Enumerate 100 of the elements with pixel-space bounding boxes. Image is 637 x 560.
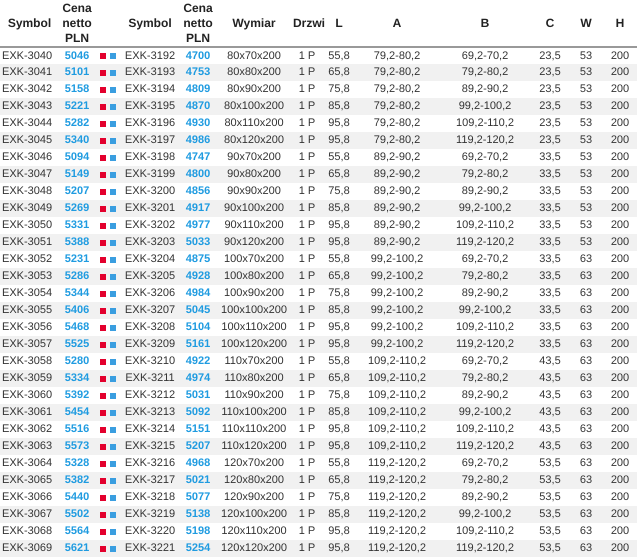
table-cell: 5573	[59, 438, 95, 455]
table-cell: 1 P	[291, 353, 323, 370]
swatch-icon	[100, 460, 106, 466]
swatch-icon	[110, 256, 116, 262]
table-cell: 109,2-110,2	[439, 523, 531, 540]
table-cell: 4875	[179, 251, 217, 268]
table-cell: 4809	[179, 81, 217, 98]
table-cell: EXK-3042	[0, 81, 59, 98]
table-cell: 200	[603, 472, 637, 489]
table-cell: 200	[603, 183, 637, 200]
table-cell: 5502	[59, 506, 95, 523]
table-cell: EXK-3058	[0, 353, 59, 370]
table-cell: 5286	[59, 268, 95, 285]
table-cell: 99,2-100,2	[439, 98, 531, 115]
table-cell: EXK-3205	[121, 268, 179, 285]
table-cell: EXK-3060	[0, 387, 59, 404]
table-cell: EXK-3193	[121, 64, 179, 81]
table-cell: 53	[569, 217, 603, 234]
swatch-icon	[110, 138, 116, 144]
swatch-icon	[100, 70, 106, 76]
table-cell: 5021	[179, 472, 217, 489]
table-cell: 99,2-100,2	[439, 302, 531, 319]
table-cell: 200	[603, 353, 637, 370]
swatch-icon	[100, 240, 106, 246]
table-cell: 4974	[179, 370, 217, 387]
table-cell: 1 P	[291, 285, 323, 302]
table-cell: 23,5	[531, 81, 569, 98]
table-cell: 4930	[179, 115, 217, 132]
table-cell: 1 P	[291, 319, 323, 336]
table-cell: 200	[603, 540, 637, 557]
column-header: Drzwi	[291, 0, 323, 47]
table-cell: 1 P	[291, 183, 323, 200]
table-cell: 1 P	[291, 540, 323, 557]
table-cell: 5269	[59, 200, 95, 217]
table-cell: 33,5	[531, 234, 569, 251]
table-cell: 200	[603, 149, 637, 166]
table-cell: 63	[569, 506, 603, 523]
table-cell: 200	[603, 319, 637, 336]
table-cell: 89,2-90,2	[439, 285, 531, 302]
table-cell: 53,5	[531, 472, 569, 489]
table-cell: 5207	[179, 438, 217, 455]
table-cell: 75,8	[323, 285, 355, 302]
table-cell: 119,2-120,2	[439, 336, 531, 353]
table-cell: EXK-3214	[121, 421, 179, 438]
swatch-icon	[100, 358, 106, 364]
table-cell: 63	[569, 251, 603, 268]
swatch-icon	[110, 528, 116, 534]
table-cell: 5138	[179, 506, 217, 523]
table-cell: 200	[603, 64, 637, 81]
table-cell: 1 P	[291, 438, 323, 455]
table-cell: 80x90x200	[217, 81, 291, 98]
swatch-icon	[110, 494, 116, 500]
swatch-icon	[110, 546, 116, 552]
table-cell: EXK-3064	[0, 455, 59, 472]
swatch-icon	[100, 444, 106, 450]
column-header: B	[439, 0, 531, 47]
table-cell: 43,5	[531, 421, 569, 438]
table-cell: 79,2-80,2	[355, 64, 439, 81]
table-cell: 5094	[59, 149, 95, 166]
table-cell: 109,2-110,2	[439, 115, 531, 132]
table-cell: 200	[603, 489, 637, 506]
table-cell: 53	[569, 98, 603, 115]
table-cell: EXK-3055	[0, 302, 59, 319]
swatch-icon	[100, 188, 106, 194]
table-cell: 1 P	[291, 47, 323, 64]
table-cell: 99,2-100,2	[439, 404, 531, 421]
swatch-icon	[100, 120, 106, 126]
swatch-icon	[100, 392, 106, 398]
table-cell: 200	[603, 404, 637, 421]
table-cell: EXK-3195	[121, 98, 179, 115]
table-cell: EXK-3210	[121, 353, 179, 370]
table-cell: 5382	[59, 472, 95, 489]
table-cell: EXK-3216	[121, 455, 179, 472]
table-cell: 5149	[59, 166, 95, 183]
table-cell: 69,2-70,2	[439, 353, 531, 370]
table-cell: 63	[569, 387, 603, 404]
swatch-icon	[100, 494, 106, 500]
swatch-icon	[110, 206, 116, 212]
table-cell: 90x120x200	[217, 234, 291, 251]
swatch-icon	[100, 274, 106, 280]
table-cell: 53	[569, 115, 603, 132]
table-cell: 89,2-90,2	[439, 387, 531, 404]
table-cell: 95,8	[323, 217, 355, 234]
table-cell: 23,5	[531, 98, 569, 115]
table-cell: 200	[603, 370, 637, 387]
table-cell: 80x110x200	[217, 115, 291, 132]
table-cell: 63	[569, 285, 603, 302]
table-cell: 5280	[59, 353, 95, 370]
table-cell: 63	[569, 455, 603, 472]
swatch-icon	[110, 154, 116, 160]
column-header: H	[603, 0, 637, 47]
table-cell: 95,8	[323, 234, 355, 251]
table-cell: EXK-3067	[0, 506, 59, 523]
table-cell: 79,2-80,2	[355, 115, 439, 132]
table-cell: 53,5	[531, 506, 569, 523]
table-cell: 4700	[179, 47, 217, 64]
table-cell: 100x120x200	[217, 336, 291, 353]
table-cell: 63	[569, 472, 603, 489]
table-cell: 99,2-100,2	[355, 251, 439, 268]
table-cell: 110x110x200	[217, 421, 291, 438]
